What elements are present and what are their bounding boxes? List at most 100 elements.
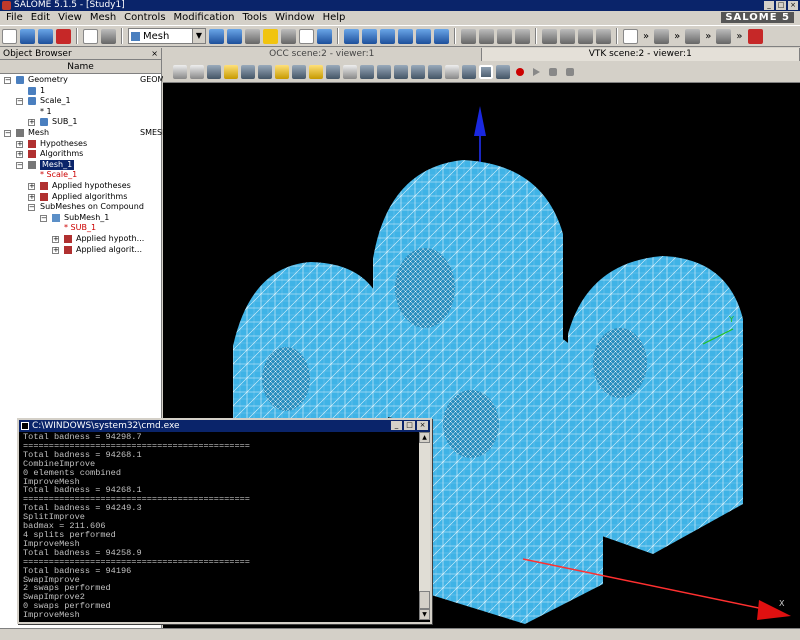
tree-item-mesh-1[interactable]: − Mesh_1 (0, 159, 161, 171)
minimize-button[interactable]: _ (391, 421, 402, 430)
interaction-style-icon[interactable] (190, 64, 204, 79)
scroll-down-icon[interactable]: ▼ (419, 609, 430, 620)
hypothesis-icon[interactable] (461, 28, 476, 44)
zoom-icon[interactable] (241, 64, 255, 79)
edit-mesh-icon[interactable] (380, 28, 395, 44)
chevron-down-icon[interactable]: ▼ (192, 29, 205, 43)
pause-icon[interactable] (549, 67, 557, 76)
close-button[interactable]: × (417, 421, 428, 430)
expand-icon[interactable]: + (16, 151, 23, 159)
tree-item-geometry[interactable]: − Geometry GEOM (0, 75, 164, 86)
bottom-view-icon[interactable] (394, 64, 408, 79)
dump-view-icon[interactable] (173, 64, 187, 79)
collapse-icon[interactable]: − (28, 204, 35, 212)
group-icon[interactable] (497, 28, 512, 44)
clipping-icon[interactable] (462, 64, 476, 79)
collapse-icon[interactable]: − (40, 214, 47, 222)
expand-icon[interactable]: + (28, 193, 35, 201)
copy-icon[interactable] (83, 28, 98, 44)
show-trihedron-icon[interactable] (207, 64, 221, 79)
perspective-projection-icon[interactable] (496, 64, 510, 79)
close-button[interactable]: × (788, 1, 798, 10)
menu-view[interactable]: View (54, 11, 86, 25)
console-scrollbar[interactable]: ▲ ▼ (419, 432, 430, 620)
tree-item-applied-algorit[interactable]: + Applied algorit... (0, 245, 161, 256)
transform-icon[interactable] (542, 28, 557, 44)
top-view-icon[interactable] (377, 64, 391, 79)
post-pro-module-icon[interactable] (245, 28, 260, 44)
toolbar-overflow-icon[interactable]: » (734, 31, 744, 42)
reset-view-icon[interactable] (445, 64, 459, 79)
compute-mesh-icon[interactable] (398, 28, 413, 44)
paste-icon[interactable] (101, 28, 116, 44)
minimize-button[interactable]: _ (764, 1, 774, 10)
collapse-icon[interactable]: − (16, 98, 23, 106)
tree-item-1[interactable]: 1 (0, 86, 161, 97)
tree-item-submesh-1[interactable]: − SubMesh_1 (0, 213, 161, 224)
extrusion-icon[interactable] (596, 28, 611, 44)
front-view-icon[interactable] (326, 64, 340, 79)
module-selector[interactable]: Mesh ▼ (128, 28, 206, 44)
tab-vtk-viewer[interactable]: VTK scene:2 - viewer:1 (481, 48, 800, 61)
python-console-icon[interactable] (317, 28, 332, 44)
expand-icon[interactable]: + (16, 140, 23, 148)
merge-nodes-icon[interactable] (560, 28, 575, 44)
mesh-module-button-icon[interactable] (227, 28, 242, 44)
menu-window[interactable]: Window (271, 11, 318, 25)
create-mesh-icon[interactable] (344, 28, 359, 44)
measure-icon[interactable] (685, 28, 701, 44)
expand-icon[interactable]: + (52, 246, 59, 254)
toolbar-overflow-icon[interactable]: » (703, 31, 713, 42)
tree-item-applied-hypotheses[interactable]: + Applied hypotheses (0, 181, 161, 192)
supervisor-module-icon[interactable] (263, 28, 278, 44)
collapse-icon[interactable]: − (4, 77, 11, 84)
mesh-info-icon[interactable] (416, 28, 431, 44)
menu-file[interactable]: File (2, 11, 27, 25)
yacs-module-icon[interactable] (299, 28, 314, 44)
lod-icon[interactable] (343, 64, 357, 79)
stop-icon[interactable] (566, 67, 574, 76)
menu-tools[interactable]: Tools (238, 11, 271, 25)
controls-filter-icon[interactable] (654, 28, 670, 44)
scroll-up-icon[interactable]: ▲ (419, 432, 430, 443)
menu-modification[interactable]: Modification (170, 11, 239, 25)
menu-mesh[interactable]: Mesh (86, 11, 120, 25)
scrollbar-thumb[interactable] (419, 591, 430, 609)
open-folder-icon[interactable] (20, 28, 35, 44)
smoothing-icon[interactable] (578, 28, 593, 44)
menu-help[interactable]: Help (319, 11, 350, 25)
expand-icon[interactable]: + (28, 119, 35, 127)
expand-icon[interactable]: + (28, 182, 35, 190)
collapse-icon[interactable]: − (16, 161, 23, 169)
exit-icon[interactable] (747, 28, 763, 44)
record-icon[interactable] (516, 67, 524, 76)
new-document-icon[interactable] (2, 28, 17, 44)
tree-item-submeshes-on-compound[interactable]: − SubMeshes on Compound (0, 202, 161, 213)
filter-icon[interactable] (515, 28, 530, 44)
tree-item-applied-algorithms[interactable]: + Applied algorithms (0, 192, 161, 203)
expand-icon[interactable]: + (52, 235, 59, 243)
save-icon[interactable] (38, 28, 53, 44)
rotate-icon[interactable] (275, 64, 289, 79)
toolbar-overflow-icon[interactable]: » (672, 31, 682, 42)
close-document-icon[interactable] (56, 28, 71, 44)
visu-module-icon[interactable] (281, 28, 296, 44)
back-view-icon[interactable] (360, 64, 374, 79)
text-icon[interactable] (623, 28, 638, 44)
tree-item-ref-1[interactable]: * 1 (0, 107, 161, 118)
play-icon[interactable] (533, 67, 540, 76)
selection-icon[interactable] (716, 28, 732, 44)
tree-item-hypotheses[interactable]: + Hypotheses (0, 139, 161, 150)
column-header-name[interactable]: Name (0, 60, 161, 74)
create-submesh-icon[interactable] (362, 28, 377, 44)
maximize-button[interactable]: □ (404, 421, 415, 430)
tree-item-mesh[interactable]: − Mesh SMESH (0, 128, 168, 139)
collapse-icon[interactable]: − (4, 129, 11, 137)
global-pan-icon[interactable] (292, 64, 306, 79)
fit-all-icon[interactable] (224, 64, 238, 79)
fit-area-icon[interactable] (309, 64, 323, 79)
tree-item-sub-1[interactable]: + SUB_1 (0, 117, 161, 128)
pan-icon[interactable] (258, 64, 272, 79)
close-icon[interactable]: × (151, 48, 158, 60)
tree-item-scale-1[interactable]: − Scale_1 (0, 96, 161, 107)
